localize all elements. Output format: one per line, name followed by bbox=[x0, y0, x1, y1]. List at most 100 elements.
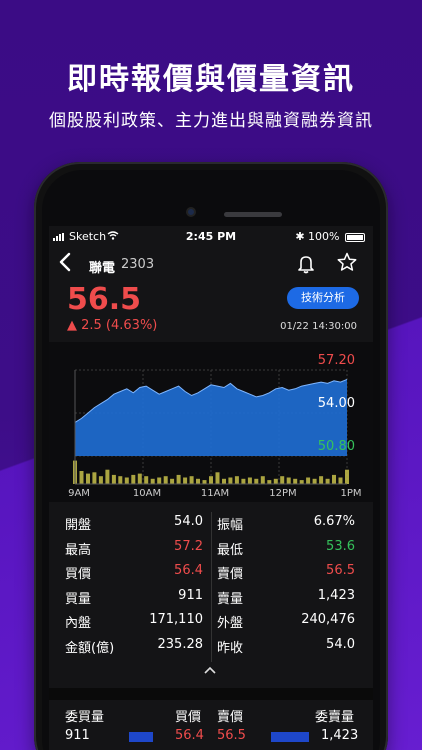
bid-volume-bar bbox=[129, 732, 153, 742]
y-tick-label: 50.80 bbox=[318, 439, 355, 454]
app-screen: Sketch 2:45 PM ✱ 100% 聯電 2303 56.5 ▲ 2.5… bbox=[49, 226, 373, 750]
stat-label: 振幅 bbox=[217, 518, 244, 533]
stat-row: 金額(億) 235.28 昨收 54.0 bbox=[49, 633, 373, 658]
volume-bar bbox=[118, 476, 123, 484]
volume-bar bbox=[150, 478, 155, 484]
stat-label: 金額(億) bbox=[65, 640, 115, 656]
volume-bar bbox=[86, 473, 90, 484]
stat-label: 賣量 bbox=[217, 591, 244, 607]
promo-headline: 即時報價與價量資訊 bbox=[67, 62, 355, 97]
volume-bar bbox=[267, 480, 272, 484]
x-tick-label: 10AM bbox=[133, 488, 161, 499]
stat-label: 開盤 bbox=[65, 518, 92, 533]
ask-volume-bar bbox=[271, 732, 309, 742]
earpiece-speaker bbox=[224, 212, 282, 217]
volume-bar bbox=[209, 476, 213, 484]
nav-bar: 聯電 2303 bbox=[49, 248, 373, 282]
header-bid-volume: 委買量 bbox=[65, 710, 105, 725]
x-tick-label: 12PM bbox=[269, 488, 296, 499]
volume-bar bbox=[196, 478, 200, 484]
stat-value: 54.0 bbox=[174, 514, 203, 529]
volume-bar bbox=[293, 478, 298, 484]
stat-label: 昨收 bbox=[217, 640, 244, 656]
volume-bar bbox=[105, 469, 110, 484]
volume-bar bbox=[183, 477, 188, 484]
stat-row: 最高 57.2 最低 53.6 bbox=[49, 535, 373, 560]
volume-bar bbox=[254, 478, 259, 484]
stat-value: 240,476 bbox=[301, 612, 355, 628]
ask-price: 56.5 bbox=[217, 728, 246, 743]
battery-label: 100% bbox=[308, 230, 340, 243]
bell-icon[interactable] bbox=[297, 254, 315, 274]
stat-row: 內盤 171,110 外盤 240,476 bbox=[49, 608, 373, 633]
bid-volume: 911 bbox=[65, 728, 90, 743]
stat-label: 外盤 bbox=[217, 616, 244, 632]
price-change: ▲ 2.5 (4.63%) bbox=[67, 318, 158, 333]
volume-bar bbox=[92, 472, 97, 484]
stat-value: 911 bbox=[178, 587, 203, 603]
volume-bar bbox=[338, 477, 343, 484]
volume-bar bbox=[215, 472, 220, 484]
volume-bar bbox=[111, 474, 116, 484]
volume-bar bbox=[137, 473, 142, 484]
stat-label: 最高 bbox=[65, 542, 92, 558]
x-tick-label: 11AM bbox=[201, 488, 229, 499]
volume-bar bbox=[273, 478, 278, 484]
stock-name: 聯電 bbox=[89, 261, 116, 276]
price-area bbox=[75, 379, 347, 456]
stat-value: 53.6 bbox=[326, 538, 355, 554]
stat-value: 6.67% bbox=[313, 514, 355, 529]
star-icon[interactable] bbox=[337, 252, 357, 275]
volume-bar bbox=[280, 476, 285, 484]
header-ask-volume: 委賣量 bbox=[315, 710, 355, 725]
status-bar: Sketch 2:45 PM ✱ 100% bbox=[49, 226, 373, 246]
battery-indicator: ✱ 100% bbox=[295, 230, 365, 243]
volume-bar bbox=[131, 474, 136, 484]
header-bid-price: 買價 bbox=[175, 710, 202, 725]
x-tick-label: 1PM bbox=[340, 488, 361, 499]
back-chevron-icon[interactable] bbox=[59, 252, 71, 277]
stat-value: 171,110 bbox=[149, 612, 203, 628]
stat-value: 1,423 bbox=[317, 587, 355, 603]
stat-label: 內盤 bbox=[65, 616, 92, 632]
chevron-up-icon[interactable] bbox=[204, 663, 216, 677]
volume-bar bbox=[319, 476, 324, 484]
volume-bar bbox=[170, 478, 175, 484]
stat-label: 最低 bbox=[217, 542, 244, 558]
stat-value: 57.2 bbox=[174, 538, 203, 554]
volume-bar bbox=[98, 476, 103, 484]
stat-value: 54.0 bbox=[326, 636, 355, 652]
bluetooth-icon: ✱ bbox=[295, 230, 305, 243]
promo-subline: 個股股利政策、主力進出與融資融券資訊 bbox=[49, 111, 373, 131]
stat-row: 買價 56.4 賣價 56.5 bbox=[49, 559, 373, 584]
volume-bar bbox=[222, 478, 226, 484]
volume-bar bbox=[163, 476, 168, 484]
stat-value: 56.5 bbox=[326, 563, 355, 579]
volume-bar bbox=[312, 478, 317, 484]
stat-row: 買量 911 賣量 1,423 bbox=[49, 584, 373, 609]
stat-value: 56.4 bbox=[174, 563, 203, 579]
volume-bar bbox=[189, 476, 194, 484]
battery-icon bbox=[345, 232, 365, 242]
volume-bar bbox=[299, 480, 304, 484]
volume-bar bbox=[176, 474, 181, 484]
y-tick-label: 57.20 bbox=[318, 353, 355, 368]
volume-bar bbox=[228, 477, 233, 484]
volume-bar bbox=[325, 478, 330, 484]
volume-bar bbox=[202, 480, 207, 484]
quote-datetime: 01/22 14:30:00 bbox=[280, 321, 357, 332]
volume-bar bbox=[124, 477, 129, 484]
volume-bar bbox=[345, 469, 349, 484]
section-divider bbox=[49, 688, 373, 700]
stat-label: 買量 bbox=[65, 591, 92, 607]
volume-bar bbox=[306, 477, 311, 484]
quote-stats: 開盤 54.0 振幅 6.67% 最高 57.2 最低 53.6 買價 56.4 賣價 56.5 買量 9… bbox=[49, 510, 373, 658]
stat-label: 賣價 bbox=[217, 567, 244, 583]
volume-bar bbox=[79, 471, 84, 484]
volume-bar bbox=[332, 474, 336, 484]
stat-row: 開盤 54.0 振幅 6.67% bbox=[49, 510, 373, 535]
stat-label: 買價 bbox=[65, 567, 92, 583]
intraday-chart[interactable]: 57.20 54.00 50.80 9AM 10AM 11AM 12PM 1PM bbox=[49, 342, 373, 502]
volume-bar bbox=[241, 478, 246, 484]
technical-analysis-button[interactable]: 技術分析 bbox=[287, 287, 359, 309]
